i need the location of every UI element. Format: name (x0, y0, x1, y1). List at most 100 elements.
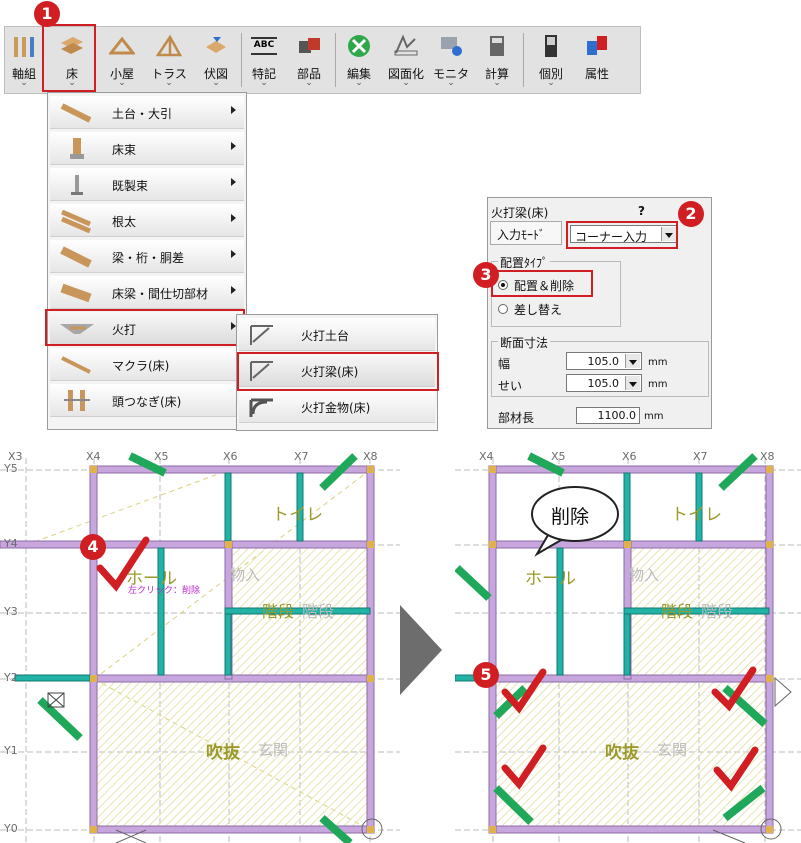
arrow-right-icon (400, 605, 442, 695)
toolbar-monitor-button[interactable]: モニタ ⌄ (429, 29, 473, 91)
toolbar-parts-button[interactable]: 部品 ⌄ (287, 29, 331, 91)
menu-item-makura[interactable]: マクラ(床) (50, 348, 244, 381)
toolbar-individual-button[interactable]: 個別 ⌄ (529, 29, 573, 91)
floor-beam-icon (60, 283, 92, 303)
menu-item-head-tie[interactable]: 頭つなぎ(床) (50, 384, 244, 417)
post-icon (70, 138, 84, 159)
beam-icon (60, 103, 92, 123)
floor-dropdown-menu: 土台・大引 床束 既製束 根太 梁・桁・胴差 床梁・間仕切部材 火打 マクラ(床… (47, 92, 247, 430)
place-delete-highlight (491, 270, 593, 297)
submenu-arrow-icon (231, 178, 236, 186)
drawing-icon (394, 34, 418, 56)
hiuchi-hardware-icon (249, 398, 273, 417)
plan-icon (206, 37, 226, 53)
grid-label-x4: X4 (479, 450, 494, 463)
step-badge-1: 1 (34, 1, 60, 27)
toolbar-attribute-button[interactable]: 属性 (575, 29, 619, 91)
floor-plan-before[interactable]: X3 X4 X5 X6 X7 X8 Y5 Y4 Y3 Y2 Y1 Y0 トイレ … (0, 448, 400, 843)
toolbar-calc-button[interactable]: 計算 ⌄ (475, 29, 519, 91)
room-storage: 物入 (230, 566, 261, 584)
edit-icon (348, 35, 370, 57)
click-hint: 左クリック：削除 (128, 586, 201, 596)
submenu-arrow-icon (231, 250, 236, 258)
step-badge-4: 4 (80, 534, 106, 560)
toolbar-roof-frame-button[interactable]: 小屋 ⌄ (99, 29, 145, 91)
chevron-down-icon[interactable] (625, 376, 640, 390)
steel-post-icon (71, 175, 83, 195)
toolbar-plan-button[interactable]: 伏図 ⌄ (195, 29, 237, 91)
room-entrance: 玄関 (657, 741, 688, 759)
submenu-item-hiuchi-hardware[interactable]: 火打金物(床) (239, 390, 435, 423)
length-field[interactable]: 1100.0 (576, 407, 640, 424)
floor-toolbar: 軸組 ⌄ 床 ⌄ 小屋 ⌄ トラス ⌄ 伏図 ⌄ ABC 特記 ⌄ 部品 ⌄ 編… (4, 26, 641, 94)
grid-label-x7: X7 (693, 450, 708, 463)
floor-plan-after[interactable]: X4 X5 X6 X7 X8 トイレ ホール 物入 階段 階段 吹抜 玄関 削除… (455, 448, 801, 843)
grid-label-y2: Y2 (4, 671, 18, 684)
room-entrance: 玄関 (258, 741, 289, 759)
menu-item-sill-sleeper[interactable]: 土台・大引 (50, 96, 244, 129)
radio-replace[interactable] (498, 304, 508, 314)
room-storage: 物入 (629, 566, 660, 584)
chevron-down-icon[interactable] (625, 354, 640, 368)
toolbar-truss-button[interactable]: トラス ⌄ (145, 29, 193, 91)
grid-label-y0: Y0 (4, 822, 18, 835)
room-toilet: トイレ (671, 505, 722, 525)
makura-icon (61, 356, 91, 374)
menu-item-floor-beam-partition[interactable]: 床梁・間仕切部材 (50, 276, 244, 309)
parts-icon (299, 38, 320, 53)
hiuchi-beam-highlight (237, 352, 439, 391)
height-select[interactable]: 105.0 (566, 374, 642, 392)
monitor-icon (441, 37, 462, 56)
hiuchi-item-highlight (45, 309, 245, 346)
room-toilet: トイレ (272, 505, 323, 525)
grid-label-x8: X8 (363, 450, 378, 463)
room-void: 吹抜 (206, 743, 240, 763)
frame-icon (14, 37, 34, 57)
grid-label-x8: X8 (760, 450, 775, 463)
individual-icon (545, 35, 557, 57)
step-badge-3: 3 (473, 262, 499, 288)
toolbar-separator (523, 33, 524, 87)
placement-type-label: 配置ﾀｲﾌﾟ (498, 254, 551, 271)
step-badge-5: 5 (473, 662, 499, 688)
plan-after-drawing (455, 452, 801, 843)
section-size-label: 断面寸法 (498, 334, 551, 351)
width-label: 幅 (498, 357, 511, 371)
menu-item-beam-girder[interactable]: 梁・桁・胴差 (50, 240, 244, 273)
input-mode-label-box: 入力ﾓｰﾄﾞ (490, 221, 562, 245)
step-badge-2: 2 (678, 201, 704, 227)
menu-item-joist[interactable]: 根太 (50, 204, 244, 237)
grid-label-x5: X5 (154, 450, 169, 463)
menu-item-steel-post[interactable]: 既製束 (50, 168, 244, 201)
menu-item-floor-post[interactable]: 床束 (50, 132, 244, 165)
grid-label-x6: X6 (622, 450, 637, 463)
length-unit: mm (644, 411, 664, 422)
grid-label-x4: X4 (86, 450, 101, 463)
girder-icon (60, 246, 92, 268)
room-stairs-2: 階段 (701, 602, 734, 621)
height-label: せい (498, 379, 523, 393)
note-icon: ABC (251, 37, 277, 55)
toolbar-separator (335, 33, 336, 87)
help-button[interactable]: ? (638, 204, 645, 218)
width-select[interactable]: 105.0 (566, 352, 642, 370)
submenu-arrow-icon (231, 142, 236, 150)
room-void: 吹抜 (605, 743, 639, 763)
toolbar-separator (241, 33, 242, 87)
toolbar-frame-button[interactable]: 軸組 ⌄ (7, 29, 41, 91)
toolbar-drawing-button[interactable]: 図面化 ⌄ (383, 29, 429, 91)
height-unit: mm (648, 379, 668, 390)
submenu-arrow-icon (231, 214, 236, 222)
toolbar-note-button[interactable]: ABC 特記 ⌄ (243, 29, 285, 91)
grid-label-x5: X5 (551, 450, 566, 463)
room-hall: ホール (525, 569, 576, 589)
delete-callout: 削除 (551, 506, 590, 528)
joist-icon (61, 209, 91, 233)
grid-label-y1: Y1 (4, 744, 18, 757)
grid-label-y4: Y4 (4, 537, 18, 550)
floor-button-highlight (42, 24, 96, 92)
calc-icon (490, 36, 504, 56)
truss-icon (156, 34, 182, 57)
toolbar-edit-button[interactable]: 編集 ⌄ (337, 29, 381, 91)
submenu-item-hiuchi-sill[interactable]: 火打土台 (239, 318, 435, 351)
